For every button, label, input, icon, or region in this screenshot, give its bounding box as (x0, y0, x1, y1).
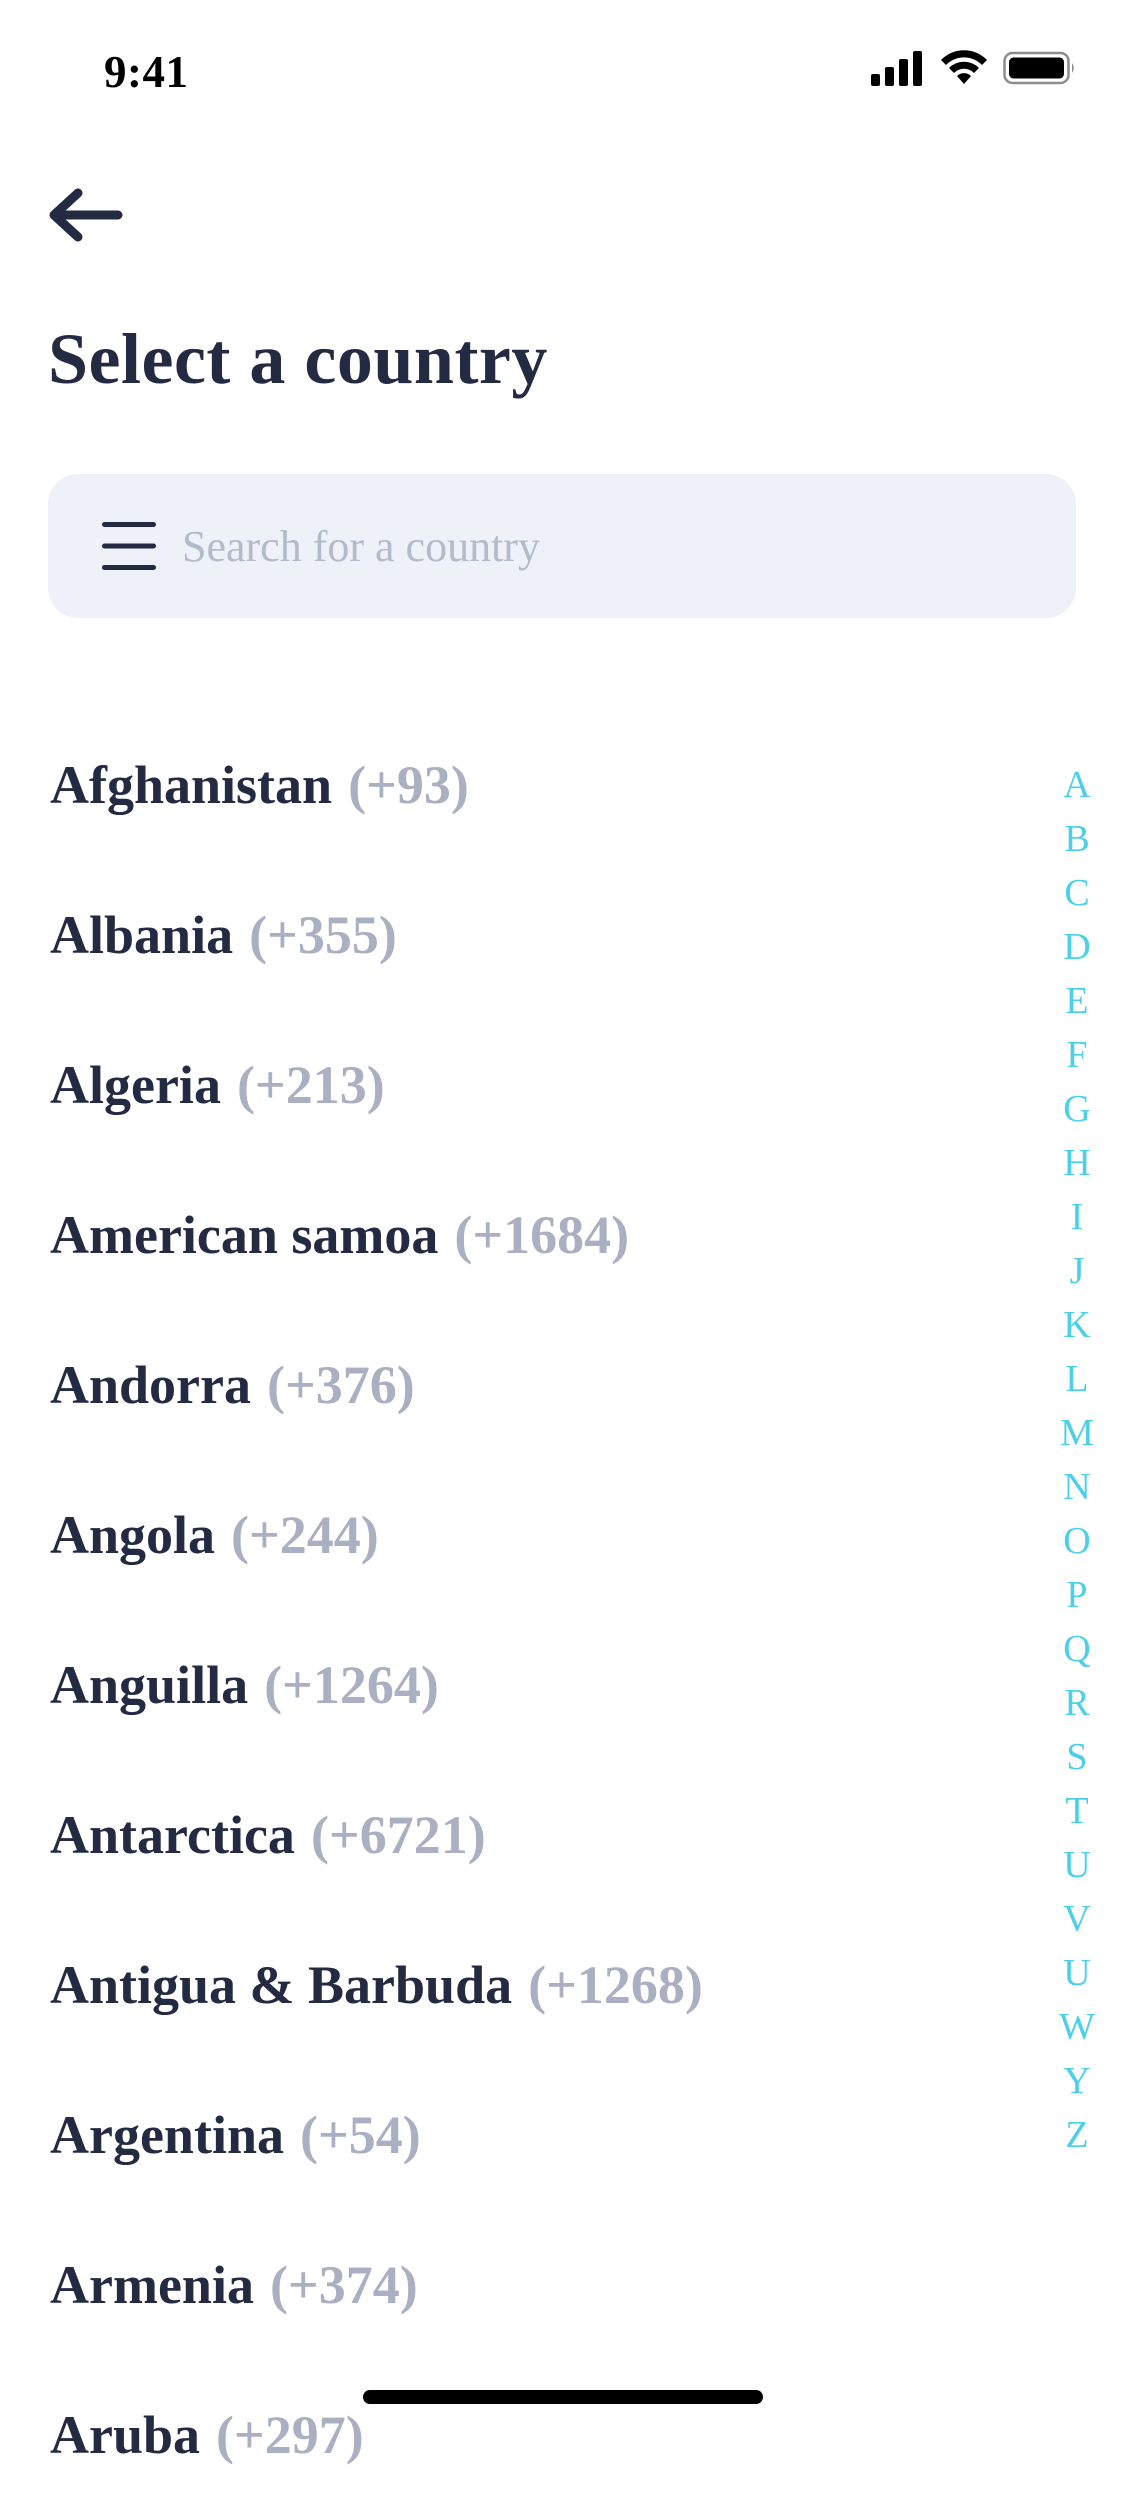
alpha-index-letter[interactable]: J (1070, 1244, 1085, 1298)
country-item-albania[interactable]: Albania (+355) (0, 860, 1040, 1010)
country-name: Aruba (50, 2405, 201, 2465)
country-item-anguilla[interactable]: Anguilla (+1264) (0, 1610, 1040, 1760)
country-name: Antigua & Barbuda (50, 1955, 513, 2015)
alpha-index-letter[interactable]: I (1071, 1190, 1084, 1244)
country-name: Albania (50, 905, 234, 965)
status-time: 9:41 (104, 47, 189, 97)
alpha-index-letter[interactable]: Q (1063, 1622, 1090, 1676)
alpha-index-letter[interactable]: A (1063, 758, 1090, 812)
alpha-index-letter[interactable]: C (1064, 866, 1089, 920)
alpha-index-letter[interactable]: B (1064, 812, 1089, 866)
country-item-afghanistan[interactable]: Afghanistan (+93) (0, 710, 1040, 860)
country-name: American samoa (50, 1205, 439, 1265)
country-dial-code: (+1684) (454, 1205, 630, 1265)
country-dial-code: (+376) (267, 1355, 415, 1415)
cellular-signal-icon (871, 51, 922, 86)
arrow-left-icon (49, 188, 123, 242)
alpha-index-letter[interactable]: W (1059, 2000, 1095, 2054)
alpha-index-letter[interactable]: S (1066, 1730, 1087, 1784)
country-dial-code: (+1268) (528, 1955, 703, 2015)
alpha-index-letter[interactable]: M (1060, 1406, 1094, 1460)
country-name: Argentina (50, 2105, 284, 2165)
wifi-icon (941, 50, 987, 84)
country-name: Armenia (50, 2255, 254, 2315)
alpha-index-letter[interactable]: G (1063, 1082, 1090, 1136)
country-dial-code: (+6721) (310, 1805, 486, 1865)
country-item-andorra[interactable]: Andorra (+376) (0, 1310, 1040, 1460)
country-dial-code: (+355) (249, 905, 397, 965)
alpha-index-letter[interactable]: P (1066, 1568, 1087, 1622)
alpha-index-letter[interactable]: E (1065, 974, 1088, 1028)
country-name: Algeria (50, 1055, 221, 1115)
alpha-index-letter[interactable]: U (1063, 1838, 1090, 1892)
country-item-armenia[interactable]: Armenia (+374) (0, 2210, 1040, 2360)
alpha-index-letter[interactable]: N (1063, 1460, 1090, 1514)
country-dial-code: (+54) (299, 2105, 421, 2165)
country-item-angola[interactable]: Angola (+244) (0, 1460, 1040, 1610)
country-name: Antarctica (50, 1805, 295, 1865)
country-dial-code: (+297) (216, 2405, 364, 2465)
menu-icon[interactable] (102, 520, 156, 572)
alpha-index-letter[interactable]: L (1065, 1352, 1088, 1406)
country-dial-code: (+244) (231, 1505, 379, 1565)
alpha-index-letter[interactable]: T (1065, 1784, 1088, 1838)
alpha-index-letter[interactable]: R (1064, 1676, 1089, 1730)
alpha-index-letter[interactable]: Y (1063, 2054, 1090, 2108)
country-name: Anguilla (50, 1655, 249, 1715)
alpha-index-letter[interactable]: H (1063, 1136, 1090, 1190)
search-box[interactable] (48, 474, 1076, 618)
country-name: Andorra (50, 1355, 251, 1415)
country-name: Afghanistan (50, 755, 333, 815)
alpha-index-letter[interactable]: O (1063, 1514, 1090, 1568)
status-icons (871, 50, 1077, 86)
country-list: Afghanistan (+93) Albania (+355) Algeria… (0, 710, 1040, 2510)
alpha-index-letter[interactable]: V (1063, 1892, 1090, 1946)
battery-icon (1003, 51, 1074, 85)
country-dial-code: (+374) (269, 2255, 418, 2315)
country-dial-code: (+213) (236, 1055, 385, 1115)
country-item-algeria[interactable]: Algeria (+213) (0, 1010, 1040, 1160)
page-title: Select a country (48, 319, 548, 399)
country-dial-code: (+93) (348, 755, 469, 815)
alpha-index-letter[interactable]: K (1063, 1298, 1090, 1352)
alpha-index-letter[interactable]: Z (1065, 2108, 1088, 2162)
home-indicator (363, 2390, 763, 2404)
alpha-index-letter[interactable]: F (1066, 1028, 1087, 1082)
alpha-index-letter[interactable]: U (1063, 1946, 1090, 2000)
country-item-argentina[interactable]: Argentina (+54) (0, 2060, 1040, 2210)
back-button[interactable] (40, 180, 130, 250)
alphabet-index: A B C D E F G H I J K L M N O P Q R S T … (1053, 758, 1101, 2162)
country-name: Angola (50, 1505, 216, 1565)
country-item-american-samoa[interactable]: American samoa (+1684) (0, 1160, 1040, 1310)
country-item-aruba[interactable]: Aruba (+297) (0, 2360, 1040, 2510)
status-bar: 9:41 (0, 0, 1125, 132)
search-input[interactable] (182, 510, 1042, 582)
country-dial-code: (+1264) (264, 1655, 439, 1715)
country-item-antigua-barbuda[interactable]: Antigua & Barbuda (+1268) (0, 1910, 1040, 2060)
country-item-antarctica[interactable]: Antarctica (+6721) (0, 1760, 1040, 1910)
alpha-index-letter[interactable]: D (1063, 920, 1090, 974)
